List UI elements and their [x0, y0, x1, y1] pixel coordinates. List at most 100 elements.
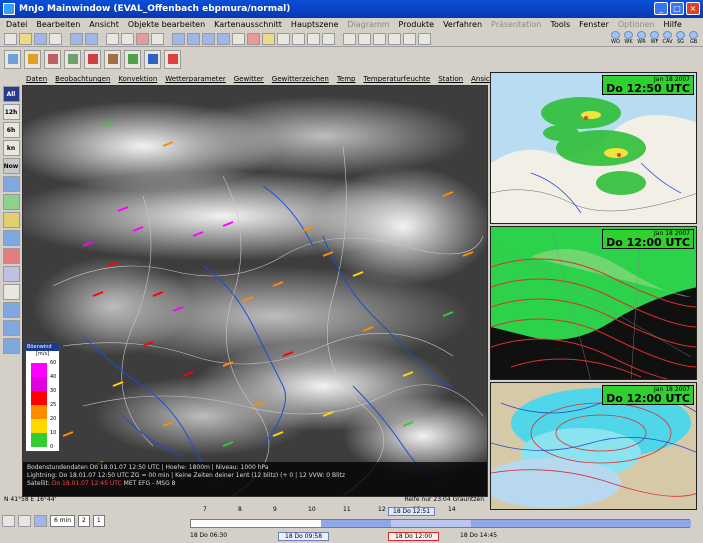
map-menu-item[interactable]: Gewitterzeichen — [272, 75, 329, 83]
save-icon[interactable] — [34, 32, 47, 45]
wind-icon[interactable] — [104, 49, 121, 69]
minimize-button[interactable]: _ — [654, 2, 668, 15]
close-button[interactable]: × — [686, 2, 700, 15]
tool-icon-9[interactable] — [2, 320, 20, 336]
menu-item[interactable]: Produkte — [399, 20, 435, 29]
export-icon[interactable] — [144, 49, 161, 69]
menu-item[interactable]: Hauptszene — [291, 20, 338, 29]
timeline-track[interactable] — [190, 519, 691, 528]
warning-icon[interactable] — [24, 49, 41, 69]
satellite-icon[interactable] — [64, 49, 81, 69]
weather-product-icon[interactable]: WK — [623, 31, 634, 47]
play-forward-icon[interactable] — [18, 515, 31, 527]
now-button[interactable]: Now — [2, 158, 20, 174]
timeline-current-label[interactable]: 18 Do 12:00 — [388, 532, 440, 541]
map-menu-item[interactable]: Gewitter — [234, 75, 264, 83]
menu-item[interactable]: Kartenausschnitt — [214, 20, 282, 29]
flag-icon[interactable] — [164, 49, 181, 69]
settings-icon[interactable] — [418, 32, 431, 45]
map-menu-item[interactable]: Beobachtungen — [55, 75, 110, 83]
open-icon[interactable] — [19, 32, 32, 45]
map-menu-item[interactable]: Temp — [337, 75, 356, 83]
radar-icon[interactable] — [44, 49, 61, 69]
filter-icon[interactable] — [403, 32, 416, 45]
arrow-icon[interactable] — [277, 32, 290, 45]
map-menu-item[interactable]: Daten — [26, 75, 47, 83]
zoom-in-icon[interactable] — [187, 32, 200, 45]
step-select[interactable]: 6 min — [50, 515, 76, 527]
menu-item[interactable]: Tools — [550, 20, 570, 29]
legend-unit: [m/s] — [35, 351, 50, 357]
rate-stepper[interactable]: 1 — [92, 515, 105, 527]
model-icon[interactable] — [124, 49, 141, 69]
map-menu-item[interactable]: Konvektion — [118, 75, 157, 83]
model-map[interactable]: Jan 18 2007 Do 12:00 UTC — [490, 382, 697, 510]
menu-item[interactable]: Bearbeiten — [36, 20, 80, 29]
table-icon[interactable] — [388, 32, 401, 45]
weather-product-icon[interactable]: GB — [688, 31, 699, 47]
loop-icon[interactable] — [34, 515, 47, 527]
step-stepper[interactable]: 2 — [78, 515, 90, 527]
time-range-all-button[interactable]: All — [2, 86, 20, 102]
layer-icon[interactable] — [358, 32, 371, 45]
undo-icon[interactable] — [70, 32, 83, 45]
units-kn-button[interactable]: kn — [2, 140, 20, 156]
tool-icon-5[interactable] — [2, 248, 20, 264]
menu-item[interactable]: Fenster — [579, 20, 609, 29]
tool-icon-3[interactable] — [2, 212, 20, 228]
delete-icon[interactable] — [136, 32, 149, 45]
properties-icon[interactable] — [151, 32, 164, 45]
weather-product-icon[interactable]: WR — [636, 31, 647, 47]
menu-item[interactable]: Datei — [6, 20, 27, 29]
menu-item[interactable]: Objekte bearbeiten — [128, 20, 205, 29]
grid-icon[interactable] — [343, 32, 356, 45]
pencil-icon[interactable] — [262, 32, 275, 45]
redo-icon[interactable] — [85, 32, 98, 45]
copy-icon[interactable] — [106, 32, 119, 45]
chart-icon[interactable] — [373, 32, 386, 45]
pan-icon[interactable] — [217, 32, 230, 45]
tool-icon-1[interactable] — [2, 176, 20, 192]
layers-icon[interactable] — [4, 49, 21, 69]
menu-item[interactable]: Hilfe — [664, 20, 682, 29]
pressure-map[interactable]: Jan 18 2007 Do 12:00 UTC — [490, 226, 697, 380]
map-menu-item[interactable]: Station — [438, 75, 463, 83]
lightning-icon[interactable] — [84, 49, 101, 69]
back-icon[interactable] — [307, 32, 320, 45]
map-menu-item[interactable]: Temperaturfeuchte — [363, 75, 430, 83]
tool-icon-4[interactable] — [2, 230, 20, 246]
radar-map-canvas — [491, 97, 696, 223]
left-toolbar: All 12h 6h kn Now — [0, 72, 22, 492]
time-range-12h-button[interactable]: 12h — [2, 104, 20, 120]
menu-item[interactable]: Verfahren — [443, 20, 482, 29]
tool-icon-10[interactable] — [2, 338, 20, 354]
weather-product-icon[interactable]: CAV — [662, 31, 673, 47]
timeline-range — [321, 520, 691, 527]
tool-icon-6[interactable] — [2, 266, 20, 282]
swap-icon[interactable] — [322, 32, 335, 45]
map-menu-item[interactable]: Wetterparameter — [165, 75, 225, 83]
radar-time: Do 12:50 UTC — [606, 82, 690, 95]
satellite-map[interactable]: Böenwind [m/s] 60 40 30 25 20 10 0 Boden… — [22, 85, 488, 497]
weather-product-icon[interactable]: SG — [675, 31, 686, 47]
new-icon[interactable] — [4, 32, 17, 45]
weather-product-icon[interactable]: WO — [610, 31, 621, 47]
play-back-icon[interactable] — [2, 515, 15, 527]
info-line-surface: Bodenstundendaten Do 18.01.07 12:50 UTC … — [27, 464, 269, 471]
maximize-button[interactable]: □ — [670, 2, 684, 15]
tool-icon-2[interactable] — [2, 194, 20, 210]
cut-icon[interactable] — [247, 32, 260, 45]
tool-icon-7[interactable] — [2, 284, 20, 300]
time-range-6h-button[interactable]: 6h — [2, 122, 20, 138]
refresh-icon[interactable] — [232, 32, 245, 45]
zoom-out-icon[interactable] — [202, 32, 215, 45]
menu-item[interactable]: Ansicht — [89, 20, 119, 29]
forward-icon[interactable] — [292, 32, 305, 45]
print-icon[interactable] — [49, 32, 62, 45]
weather-product-icon[interactable]: WF — [649, 31, 660, 47]
paste-icon[interactable] — [121, 32, 134, 45]
pointer-icon[interactable] — [172, 32, 185, 45]
timeline-mid-label[interactable]: 18 Do 09:58 — [278, 532, 330, 541]
radar-map[interactable]: Jan 18 2007 Do 12:50 UTC — [490, 72, 697, 224]
tool-icon-8[interactable] — [2, 302, 20, 318]
